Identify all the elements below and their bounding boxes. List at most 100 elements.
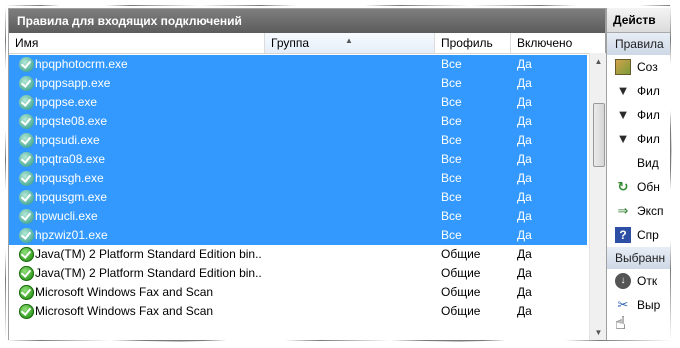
rule-enabled-check-icon: [19, 95, 34, 110]
action-item[interactable]: ▼ Фил: [607, 79, 670, 103]
rule-name: hpqphotocrm.exe: [35, 57, 128, 71]
action-item[interactable]: ▼ Фил: [607, 127, 670, 151]
disable-icon: ↓: [615, 273, 631, 289]
action-item[interactable]: ? Спр: [607, 223, 670, 247]
actions-title: Действ: [607, 8, 670, 33]
rule-profile: Все: [441, 114, 462, 128]
action-label: Вид: [637, 156, 659, 170]
actions-pane: Действ Правила Соз ▼ Фил ▼ Фил ▼ Фил Вид ↻ Обн ⇒ Эк…: [606, 8, 670, 340]
rule-name: hpqpse.exe: [35, 95, 98, 109]
rule-enabled: Да: [517, 190, 532, 204]
table-row[interactable]: hpqpse.exe Все Да: [9, 93, 587, 112]
table-row[interactable]: Java(TM) 2 Platform Standard Edition bin…: [9, 264, 587, 283]
filter-icon: ▼: [616, 83, 630, 98]
rule-enabled: Да: [517, 114, 532, 128]
table-row[interactable]: hpqusgm.exe Все Да: [9, 188, 587, 207]
rule-profile: Все: [441, 57, 462, 71]
cut-icon: ✂: [617, 297, 629, 312]
rule-enabled: Да: [517, 133, 532, 147]
refresh-icon: ↻: [617, 179, 629, 194]
column-header-group-label: Группа: [271, 36, 310, 50]
rule-profile: Общие: [441, 266, 481, 280]
action-label: Спр: [637, 228, 659, 242]
rule-enabled: Да: [517, 247, 532, 261]
sort-arrow-icon: ▲: [345, 36, 353, 45]
action-item[interactable]: Вид: [607, 151, 670, 175]
rule-enabled-check-icon: [19, 209, 34, 224]
action-label: Эксп: [637, 204, 664, 218]
table-row[interactable]: hpqsudi.exe Все Да: [9, 131, 587, 150]
rule-name: Microsoft Windows Fax and Scan: [35, 285, 214, 299]
rule-enabled-check-icon: [19, 57, 34, 72]
rule-name: Microsoft Windows Fax and Scan: [35, 304, 214, 318]
rule-profile: Все: [441, 133, 462, 147]
rule-name: hpqtra08.exe: [35, 152, 106, 166]
section-rules-title[interactable]: Правила: [607, 33, 670, 55]
table-row[interactable]: hpqste08.exe Все Да: [9, 112, 587, 131]
action-label: Отк: [637, 274, 658, 288]
action-label: Выр: [637, 298, 661, 312]
rule-name: hpqsudi.exe: [35, 133, 100, 147]
table-row[interactable]: hpqpsapp.exe Все Да: [9, 74, 587, 93]
rule-enabled: Да: [517, 57, 532, 71]
action-label: Обн: [637, 180, 660, 194]
action-item[interactable]: ↓ Отк: [607, 269, 670, 293]
section-selected-title[interactable]: Выбранн: [607, 247, 670, 269]
table-row[interactable]: Microsoft Windows Fax and Scan Общие Да: [9, 302, 587, 321]
rule-name: hpwucli.exe: [35, 209, 98, 223]
scroll-thumb[interactable]: [593, 103, 605, 167]
table-row[interactable]: Java(TM) 2 Platform Standard Edition bin…: [9, 245, 587, 264]
rule-enabled: Да: [517, 152, 532, 166]
rule-name: hpqste08.exe: [35, 114, 108, 128]
table-row[interactable]: Microsoft Windows Fax and Scan Общие Да: [9, 283, 587, 302]
rule-enabled: Да: [517, 228, 532, 242]
rule-enabled: Да: [517, 285, 532, 299]
rules-list: hpqphotocrm.exe Все Да hpqpsapp.exe Все Да hpq…: [9, 55, 587, 321]
new-rule-icon: [615, 59, 631, 75]
rule-profile: Все: [441, 152, 462, 166]
filter-icon: ▼: [616, 107, 630, 122]
rule-enabled-check-icon: [19, 304, 34, 319]
table-row[interactable]: hpqphotocrm.exe Все Да: [9, 55, 587, 74]
inbound-rules-panel: Правила для входящих подключений Имя ▲ Г…: [8, 8, 607, 340]
action-label: Фил: [637, 84, 660, 98]
rule-enabled: Да: [517, 171, 532, 185]
rule-enabled-check-icon: [19, 171, 34, 186]
action-item[interactable]: ▼ Фил: [607, 103, 670, 127]
rule-profile: Все: [441, 95, 462, 109]
scroll-down-icon[interactable]: ▼: [590, 324, 607, 340]
table-row[interactable]: hpzwiz01.exe Все Да: [9, 226, 587, 245]
action-item[interactable]: ↻ Обн: [607, 175, 670, 199]
panel-title: Правила для входящих подключений: [9, 9, 605, 33]
rule-enabled-check-icon: [19, 190, 34, 205]
rule-profile: Общие: [441, 304, 481, 318]
rule-name: hpqpsapp.exe: [35, 76, 111, 90]
column-header: Имя ▲ Группа Профиль Включено: [9, 33, 605, 54]
column-header-group[interactable]: ▲ Группа: [265, 33, 435, 53]
rule-name: Java(TM) 2 Platform Standard Edition bin…: [35, 247, 261, 261]
table-row[interactable]: hpwucli.exe Все Да: [9, 207, 587, 226]
rule-name: Java(TM) 2 Platform Standard Edition bin…: [35, 266, 261, 280]
rule-profile: Все: [441, 171, 462, 185]
table-row[interactable]: hpqusgh.exe Все Да: [9, 169, 587, 188]
action-label: Фил: [637, 132, 660, 146]
rule-enabled: Да: [517, 266, 532, 280]
scroll-up-icon[interactable]: ▲: [590, 53, 607, 70]
rule-enabled-check-icon: [19, 285, 34, 300]
export-icon: ⇒: [617, 203, 629, 218]
action-item[interactable]: ⇒ Эксп: [607, 199, 670, 223]
column-header-enabled[interactable]: Включено: [511, 33, 587, 53]
rule-profile: Все: [441, 76, 462, 90]
action-item[interactable]: Соз: [607, 55, 670, 79]
table-row[interactable]: hpqtra08.exe Все Да: [9, 150, 587, 169]
rule-enabled-check-icon: [19, 266, 34, 281]
rule-profile: Все: [441, 190, 462, 204]
rule-enabled: Да: [517, 76, 532, 90]
rule-enabled: Да: [517, 95, 532, 109]
vertical-scrollbar[interactable]: ▲ ▼: [589, 53, 607, 340]
mouse-cursor-icon: ☝: [615, 313, 626, 333]
rule-profile: Все: [441, 209, 462, 223]
column-header-name[interactable]: Имя: [9, 33, 265, 53]
column-header-profile[interactable]: Профиль: [435, 33, 511, 53]
window-frame: Правила для входящих подключений Имя ▲ Г…: [6, 6, 670, 340]
